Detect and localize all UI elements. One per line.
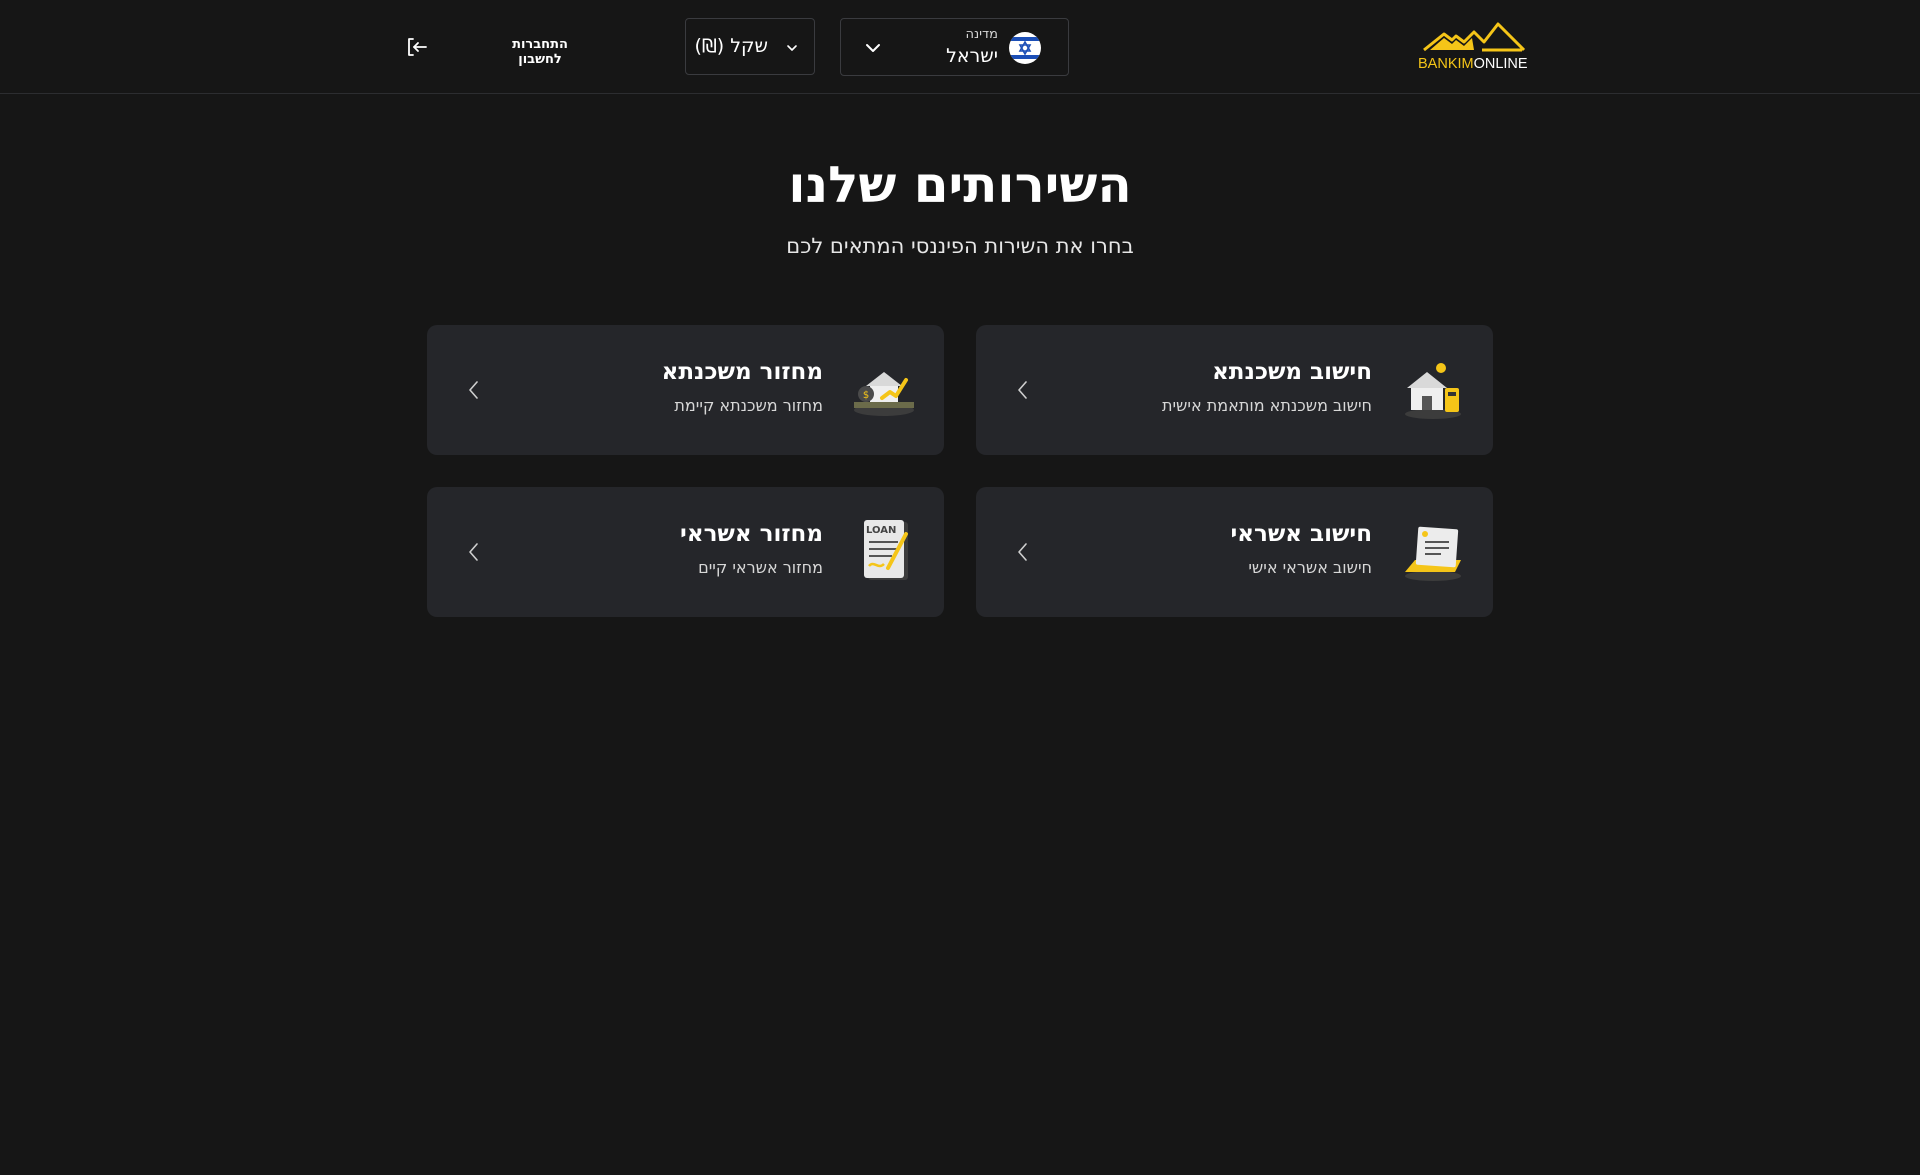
login-arrow-icon[interactable] [405,35,429,59]
country-labels: מדינה ישראל [946,26,998,68]
chevron-left-icon [469,543,478,561]
card-mortgage-calculation[interactable]: חישוב משכנתא חישוב משכנתא מותאמת אישית [976,325,1493,455]
svg-text:$: $ [863,390,869,401]
country-dropdown[interactable]: מדינה ישראל [840,18,1069,76]
israel-flag-icon [1009,32,1041,64]
currency-value: (₪) שקל [694,35,768,57]
svg-text:LOAN: LOAN [866,525,896,536]
loan-document-icon: LOAN [864,520,908,580]
credit-document-icon [1405,526,1461,581]
card-title: חישוב אשראי [1230,521,1373,547]
card-credit-calculation[interactable]: חישוב אשראי חישוב אשראי אישי [976,487,1493,617]
chevron-left-icon [1018,543,1027,561]
login-link[interactable]: התחברות לחשבון [490,37,590,67]
card-title: מחזור אשראי [680,521,823,547]
chevron-down-icon [866,44,880,52]
card-description: חישוב אשראי אישי [1248,558,1372,577]
chevron-left-icon [469,381,478,399]
top-header: BANKIMONLINE מדינה ישראל (₪) שקל התחברות… [0,0,1920,94]
page-subtitle: בחרו את השירות הפיננסי המתאים לכם [786,234,1134,258]
house-refinance-icon: $ [854,372,914,416]
card-title: חישוב משכנתא [1212,359,1372,385]
logo-text: BANKIMONLINE [1418,56,1528,72]
card-description: חישוב משכנתא מותאמת אישית [1161,396,1372,415]
bankimonline-logo[interactable]: BANKIMONLINE [1418,20,1528,76]
house-calculator-icon [1405,363,1461,419]
card-credit-refinance[interactable]: LOAN מחזור אשראי מחזור אשראי קיים [427,487,944,617]
country-caption: מדינה [965,27,998,42]
currency-dropdown[interactable]: (₪) שקל [685,18,815,75]
chevron-left-icon [1018,381,1027,399]
card-mortgage-refinance[interactable]: $ מחזור משכנתא מחזור משכנתא קיימת [427,325,944,455]
card-description: מחזור משכנתא קיימת [674,396,823,415]
country-value: ישראל [946,45,998,67]
chevron-down-icon [787,45,797,51]
logo-text-bankim: BANKIM [1418,56,1474,72]
card-title: מחזור משכנתא [661,359,823,385]
page-title: השירותים שלנו [788,156,1132,214]
card-description: מחזור אשראי קיים [698,558,823,577]
logo-text-online: ONLINE [1473,56,1528,72]
roof-logo-icon [1423,22,1526,52]
